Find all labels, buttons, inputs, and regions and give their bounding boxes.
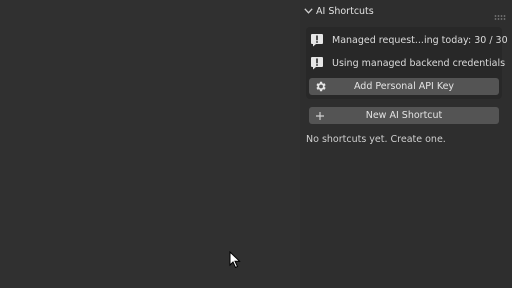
info-icon [310, 33, 324, 47]
chevron-down-icon[interactable] [302, 5, 314, 17]
panel-header[interactable]: AI Shortcuts [302, 3, 508, 20]
mouse-pointer-icon [229, 250, 241, 269]
new-ai-shortcut-button[interactable]: New AI Shortcut [309, 107, 499, 124]
drag-grip-icon[interactable] [494, 7, 506, 20]
gear-icon [313, 80, 327, 94]
status-row-text: Managed request...ing today: 30 / 30 [332, 34, 508, 46]
plus-icon [313, 109, 327, 123]
info-icon [310, 56, 324, 70]
status-row-text: Using managed backend credentials [332, 57, 506, 69]
empty-state-message: No shortcuts yet. Create one. [306, 134, 446, 145]
button-label: New AI Shortcut [365, 110, 443, 121]
status-row-requests: Managed request...ing today: 30 / 30 [310, 31, 508, 49]
button-label: Add Personal API Key [353, 81, 455, 92]
add-personal-api-key-button[interactable]: Add Personal API Key [309, 78, 499, 95]
panel-title: AI Shortcuts [316, 5, 374, 17]
status-row-credentials: Using managed backend credentials [310, 54, 505, 72]
